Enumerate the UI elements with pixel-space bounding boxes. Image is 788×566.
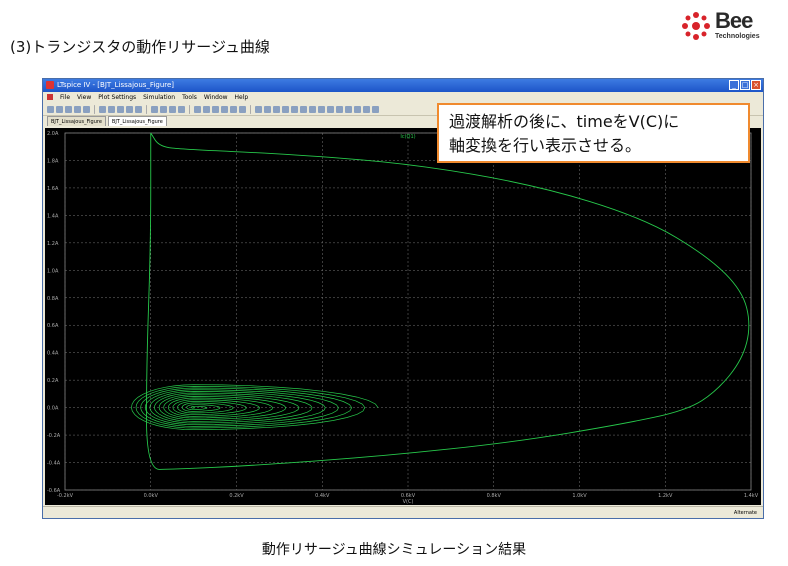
diode-icon[interactable] [309, 105, 316, 113]
toolbar-separator [146, 104, 147, 114]
ground-icon[interactable] [264, 105, 271, 113]
y-tick-label: 1.6A [47, 186, 59, 192]
y-tick-label: 1.0A [47, 268, 59, 274]
close-all-icon[interactable] [178, 105, 185, 113]
logo-subtitle: Technologies [715, 33, 760, 40]
y-tick-label: 2.0A [47, 131, 59, 137]
inductor-icon[interactable] [300, 105, 307, 113]
capacitor-icon[interactable] [291, 105, 298, 113]
pan-icon[interactable] [108, 105, 115, 113]
print-preview-icon[interactable] [239, 105, 246, 113]
slide-title: (3)トランジスタの動作リサージュ曲線 [10, 38, 270, 56]
run-icon[interactable] [83, 105, 90, 113]
zoom-in-icon[interactable] [99, 105, 106, 113]
callout-line-1: 過渡解析の後に、timeをV(C)に [449, 112, 680, 131]
control-panel-icon[interactable] [74, 105, 81, 113]
tab-waveform[interactable]: BJT_Lissajous_Figure [107, 116, 167, 126]
toolbar-separator [94, 104, 95, 114]
redo-icon[interactable] [354, 105, 361, 113]
spice-directive-icon[interactable] [372, 105, 379, 113]
zoom-out-icon[interactable] [117, 105, 124, 113]
lissajous-main-loop [146, 132, 750, 470]
x-tick-label: 0.8kV [487, 493, 502, 499]
cascade-icon[interactable] [169, 105, 176, 113]
paste-icon[interactable] [212, 105, 219, 113]
wire-icon[interactable] [255, 105, 262, 113]
y-tick-label: 0.0A [47, 406, 59, 412]
lissajous-spiral [131, 384, 379, 431]
copy-icon[interactable] [203, 105, 210, 113]
ltspice-app-icon [46, 81, 54, 89]
y-tick-label: 0.8A [47, 296, 59, 302]
menu-simulation[interactable]: Simulation [143, 92, 175, 103]
cut-icon[interactable] [194, 105, 201, 113]
callout-line-2: 軸変換を行い表示させる。 [449, 136, 642, 155]
waveform-plot[interactable]: -0.2kV 0.0kV 0.2kV 0.4kV 0.6kV 0.8kV 1.0kV 1.2k… [45, 128, 761, 505]
find-icon[interactable] [221, 105, 228, 113]
print-icon[interactable] [230, 105, 237, 113]
y-tick-label: 0.4A [47, 351, 59, 357]
status-bar: Alternate [43, 506, 763, 518]
toolbar-separator [250, 104, 251, 114]
tile-horizontal-icon[interactable] [151, 105, 158, 113]
bee-logo-icon [682, 12, 710, 40]
document-icon [47, 94, 53, 100]
y-tick-label: 1.2A [47, 241, 59, 247]
zoom-cancel-icon[interactable] [135, 105, 142, 113]
close-icon[interactable]: × [751, 80, 761, 90]
menu-tools[interactable]: Tools [182, 92, 197, 103]
y-tick-label: -0.2A [47, 433, 61, 439]
status-text: Alternate [733, 510, 757, 516]
x-tick-label: 0.2kV [229, 493, 244, 499]
y-tick-label: -0.6A [47, 488, 61, 494]
label-icon[interactable] [273, 105, 280, 113]
slide-caption: 動作リサージュ曲線シミュレーション結果 [261, 542, 527, 558]
logo-wordmark: Bee [715, 8, 753, 33]
undo-icon[interactable] [345, 105, 352, 113]
tab-schematic[interactable]: BJT_Lissajous_Figure [47, 116, 106, 126]
menu-bar: File View Plot Settings Simulation Tools… [43, 92, 763, 103]
open-icon[interactable] [56, 105, 63, 113]
annotation-callout: 過渡解析の後に、timeをV(C)に 軸変換を行い表示させる。 [437, 103, 750, 163]
menu-help[interactable]: Help [235, 92, 249, 103]
x-tick-label: 1.0kV [572, 493, 587, 499]
x-axis-label: V(C) [403, 499, 414, 505]
company-logo: Bee Technologies [680, 8, 780, 48]
y-tick-label: 0.6A [47, 323, 59, 329]
drag-icon[interactable] [336, 105, 343, 113]
move-icon[interactable] [327, 105, 334, 113]
maximize-icon[interactable]: □ [740, 80, 750, 90]
tile-vertical-icon[interactable] [160, 105, 167, 113]
y-tick-label: -0.4A [47, 461, 61, 467]
menu-window[interactable]: Window [204, 92, 228, 103]
y-tick-label: 1.4A [47, 213, 59, 219]
window-titlebar[interactable]: LTspice IV - [BJT_Lissajous_Figure] _ □ … [43, 79, 763, 92]
x-tick-label: 1.4kV [744, 493, 759, 499]
resistor-icon[interactable] [282, 105, 289, 113]
window-title: LTspice IV - [BJT_Lissajous_Figure] [57, 81, 175, 89]
text-icon[interactable] [363, 105, 370, 113]
new-schematic-icon[interactable] [47, 105, 54, 113]
trace-label: Ic(Q1) [400, 134, 415, 140]
menu-plot-settings[interactable]: Plot Settings [98, 92, 136, 103]
menu-view[interactable]: View [77, 92, 91, 103]
minimize-icon[interactable]: _ [729, 80, 739, 90]
x-tick-label: 0.0kV [144, 493, 159, 499]
zoom-fit-icon[interactable] [126, 105, 133, 113]
menu-file[interactable]: File [60, 92, 70, 103]
x-tick-label: 0.4kV [315, 493, 330, 499]
save-icon[interactable] [65, 105, 72, 113]
component-icon[interactable] [318, 105, 325, 113]
x-tick-label: 1.2kV [658, 493, 673, 499]
toolbar-separator [189, 104, 190, 114]
y-tick-label: 1.8A [47, 158, 59, 164]
y-tick-label: 0.2A [47, 378, 59, 384]
